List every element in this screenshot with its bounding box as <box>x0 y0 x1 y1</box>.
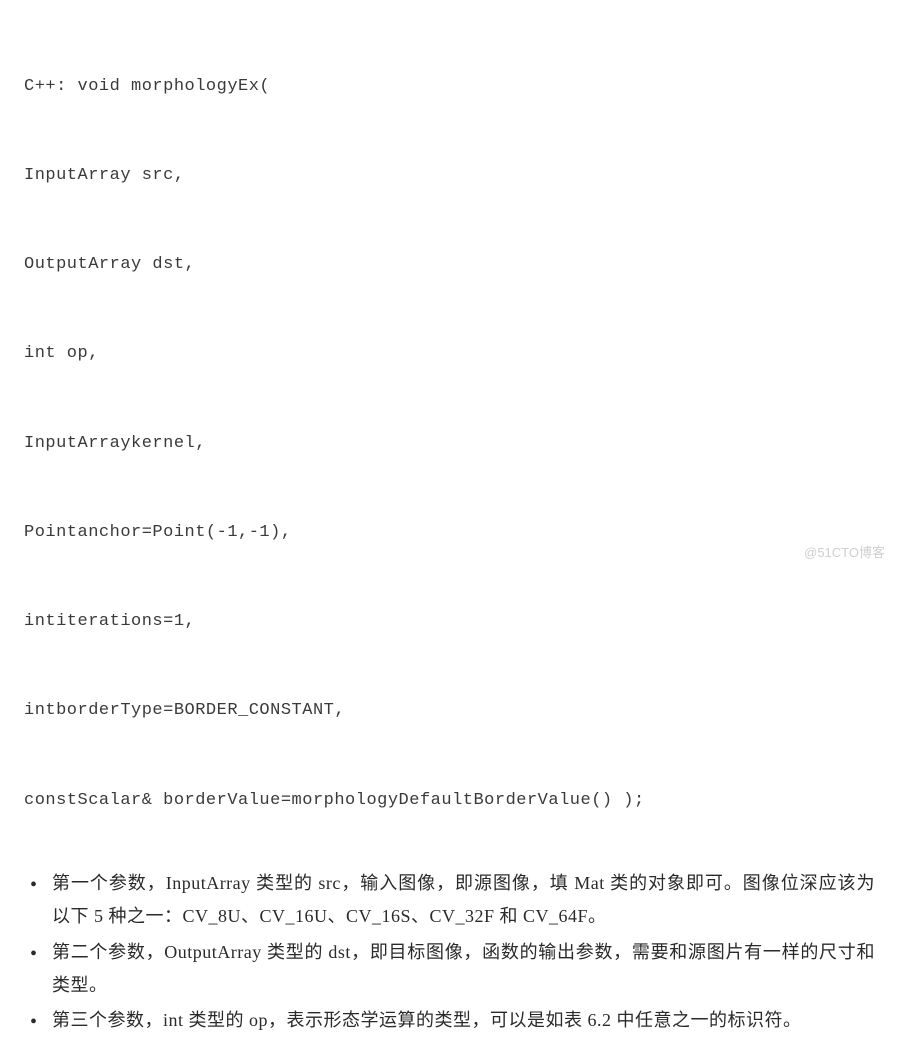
bullet-item: 第三个参数，int 类型的 op，表示形态学运算的类型，可以是如表 6.2 中任… <box>24 1004 875 1037</box>
bullet-list: 第一个参数，InputArray 类型的 src，输入图像，即源图像，填 Mat… <box>24 867 875 1037</box>
code-line: constScalar& borderValue=morphologyDefau… <box>24 786 875 816</box>
watermark: @51CTO博客 <box>804 542 885 561</box>
code-line: intborderType=BORDER_CONSTANT, <box>24 696 875 726</box>
bullet-item: 第二个参数，OutputArray 类型的 dst，即目标图像，函数的输出参数，… <box>24 936 875 1003</box>
code-line: InputArray src, <box>24 161 875 191</box>
bullet-item: 第一个参数，InputArray 类型的 src，输入图像，即源图像，填 Mat… <box>24 867 875 934</box>
code-block: C++: void morphologyEx( InputArray src, … <box>24 12 875 845</box>
code-line: int op, <box>24 339 875 369</box>
code-line: InputArraykernel, <box>24 429 875 459</box>
code-line: OutputArray dst, <box>24 250 875 280</box>
code-line: intiterations=1, <box>24 607 875 637</box>
code-line: C++: void morphologyEx( <box>24 72 875 102</box>
code-line: Pointanchor=Point(-1,-1), <box>24 518 875 548</box>
